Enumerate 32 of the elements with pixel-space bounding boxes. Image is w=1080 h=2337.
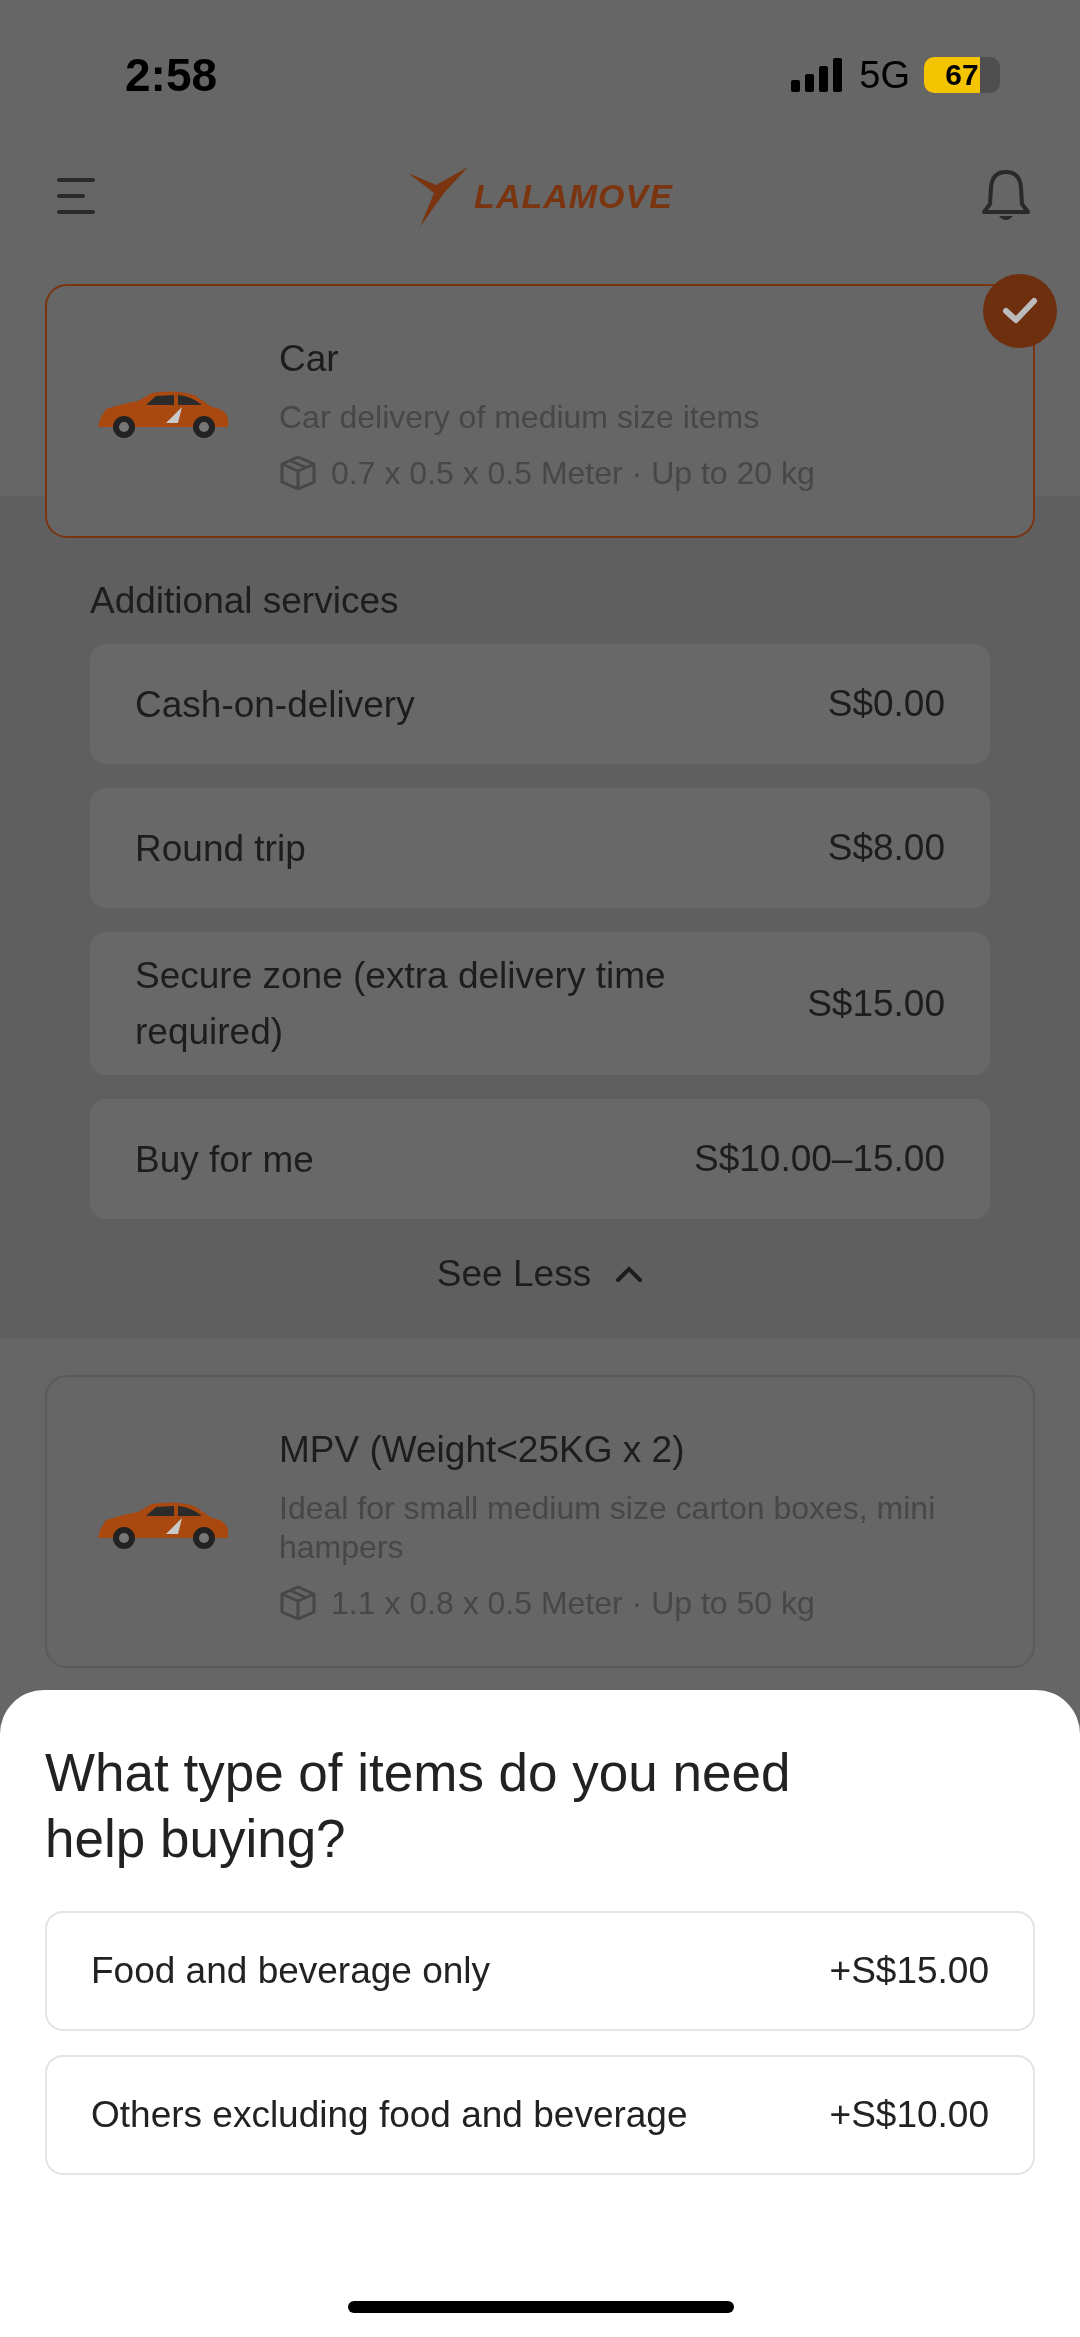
option-price: +S$10.00 xyxy=(829,2093,989,2136)
see-less-button[interactable]: See Less xyxy=(426,1243,654,1306)
service-name: Round trip xyxy=(135,826,306,871)
service-price: S$8.00 xyxy=(827,827,945,870)
vehicle-name: MPV (Weight<25KG x 2) xyxy=(279,1429,686,1472)
service-option[interactable]: Cash-on-delivery S$0.00 xyxy=(90,644,990,765)
item-type-option[interactable]: Others excluding food and beverage +S$10.00 xyxy=(45,2054,1035,2175)
brand-logo: LALAMOVE xyxy=(474,176,673,216)
vehicle-name: Car xyxy=(279,338,340,380)
network-label: 5G xyxy=(859,53,910,97)
service-price: S$15.00 xyxy=(807,982,945,1025)
service-name: Secure zone (extra delivery time required) xyxy=(135,954,667,1054)
menu-icon[interactable] xyxy=(55,176,97,216)
service-option[interactable]: Round trip S$8.00 xyxy=(90,788,990,909)
service-price: S$0.00 xyxy=(827,683,945,726)
chevron-up-icon xyxy=(615,1265,644,1284)
option-label: Others excluding food and beverage xyxy=(91,2093,688,2136)
battery-indicator: 67 xyxy=(924,57,1000,93)
section-title: Additional services xyxy=(90,580,400,623)
box-icon xyxy=(279,1584,317,1623)
option-label: Food and beverage only xyxy=(91,1949,491,1992)
status-time: 2:58 xyxy=(125,48,218,102)
service-option[interactable]: Buy for me S$10.00–15.00 xyxy=(90,1099,990,1220)
service-name: Buy for me xyxy=(135,1137,314,1182)
car-icon xyxy=(96,1499,230,1552)
box-icon xyxy=(279,454,317,493)
service-price: S$10.00–15.00 xyxy=(694,1138,945,1181)
item-type-option[interactable]: Food and beverage only +S$15.00 xyxy=(45,1910,1035,2031)
service-option[interactable]: Secure zone (extra delivery time required) S$15.00 xyxy=(90,932,990,1076)
option-price: +S$15.00 xyxy=(829,1949,989,1992)
sheet-title: What type of items do you need help buying? xyxy=(45,1742,792,1871)
service-name: Cash-on-delivery xyxy=(135,682,415,727)
